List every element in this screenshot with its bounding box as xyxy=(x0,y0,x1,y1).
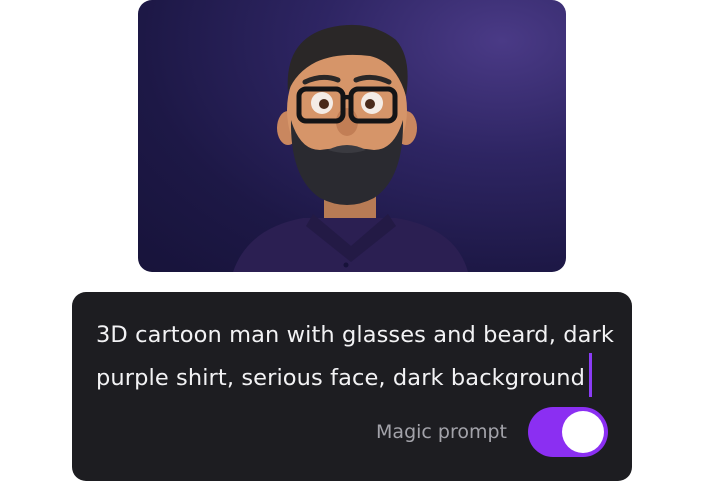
cartoon-man-illustration xyxy=(233,24,468,272)
app-stage: 3D cartoon man with glasses and beard, d… xyxy=(0,0,704,481)
prompt-line-2: purple shirt, serious face, dark backgro… xyxy=(96,353,616,397)
prompt-card: 3D cartoon man with glasses and beard, d… xyxy=(72,292,632,481)
toggle-knob xyxy=(562,411,604,453)
generated-image xyxy=(138,0,566,272)
right-pupil xyxy=(365,99,375,109)
magic-prompt-label: Magic prompt xyxy=(376,421,507,443)
magic-prompt-row: Magic prompt xyxy=(376,407,608,457)
text-caret xyxy=(589,353,593,397)
prompt-line-1: 3D cartoon man with glasses and beard, d… xyxy=(96,322,614,348)
prompt-textarea[interactable]: 3D cartoon man with glasses and beard, d… xyxy=(96,317,616,397)
left-pupil xyxy=(319,99,329,109)
shirt xyxy=(233,218,468,272)
prompt-line-2-text: purple shirt, serious face, dark backgro… xyxy=(96,365,586,391)
shirt-button xyxy=(343,262,349,268)
magic-prompt-toggle[interactable] xyxy=(528,407,608,457)
glasses-bridge xyxy=(341,95,353,101)
